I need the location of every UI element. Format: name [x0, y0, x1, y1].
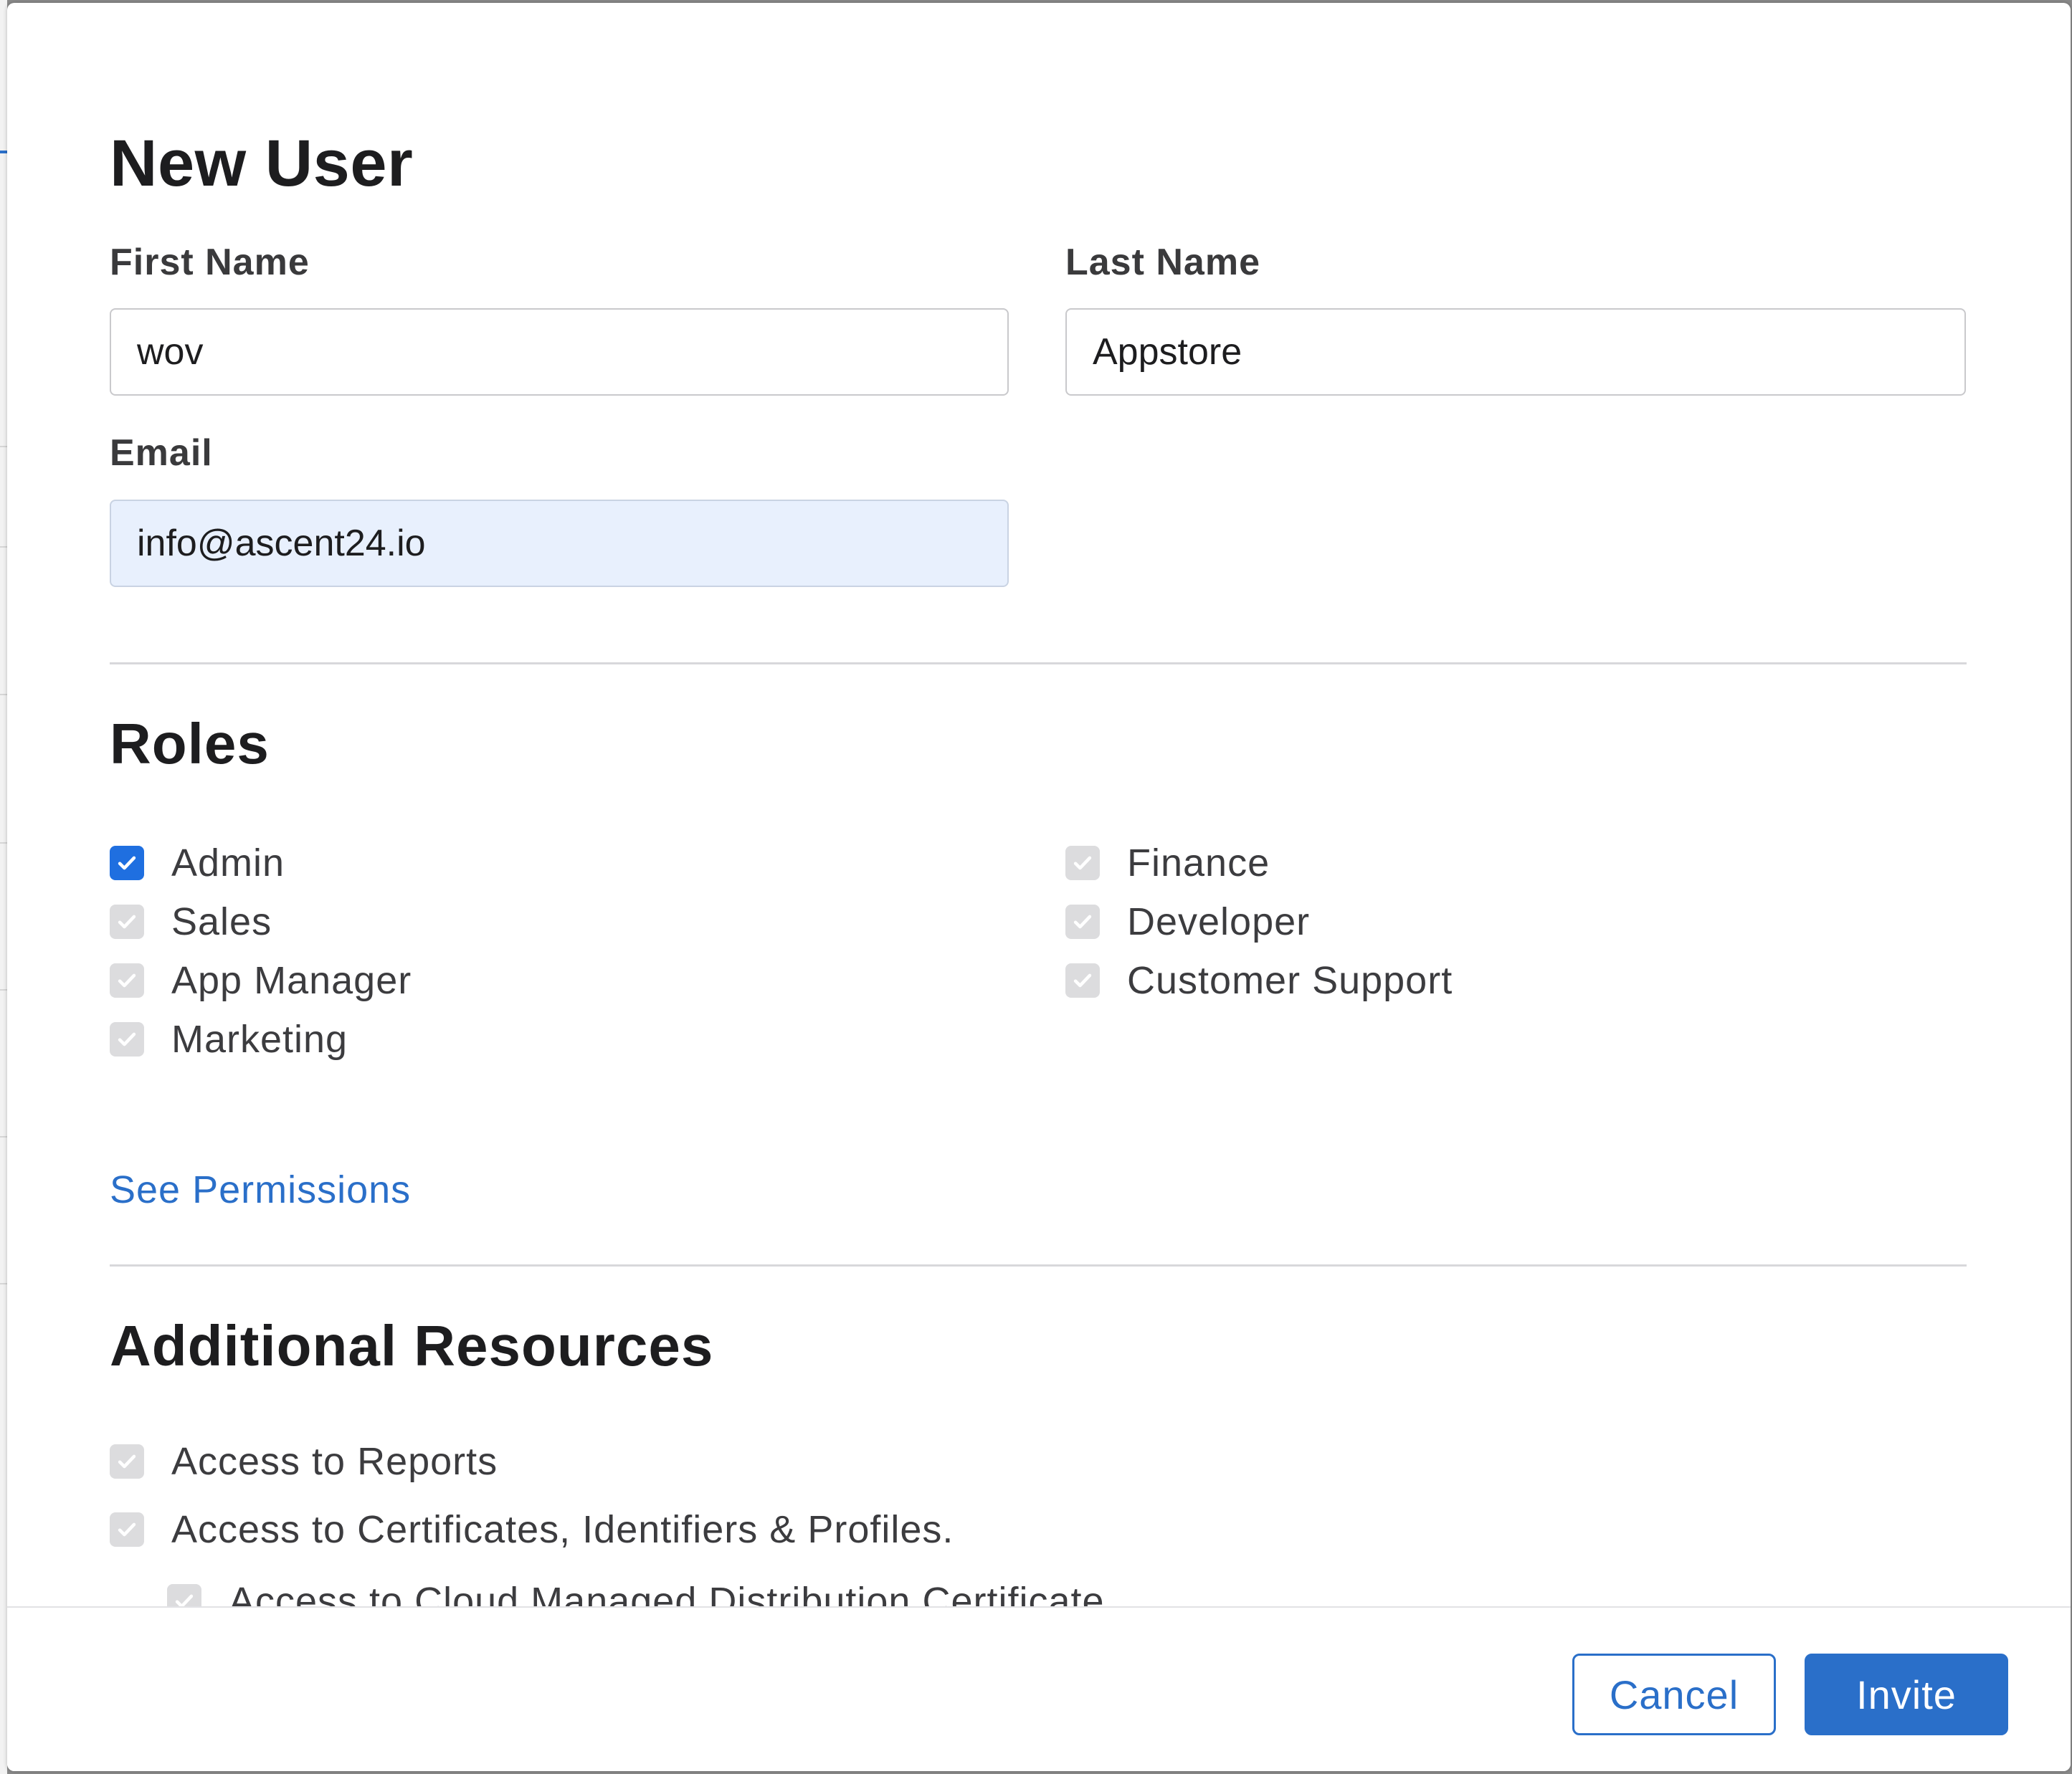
- role-finance-checkbox: [1065, 846, 1100, 880]
- checkmark-icon: [118, 1032, 136, 1046]
- cancel-button[interactable]: Cancel: [1572, 1654, 1776, 1735]
- resource-certificates: Access to Certificates, Identifiers & Pr…: [110, 1504, 954, 1555]
- checkmark-icon: [1073, 973, 1092, 988]
- resource-cloud-certificate-checkbox: [167, 1584, 201, 1606]
- resource-certificates-checkbox: [110, 1512, 144, 1547]
- resource-certificates-label: Access to Certificates, Identifiers & Pr…: [171, 1508, 954, 1551]
- checkmark-icon: [118, 1454, 136, 1469]
- resource-cloud-certificate: Access to Cloud Managed Distribution Cer…: [167, 1576, 1105, 1606]
- checkmark-icon: [118, 856, 136, 870]
- role-app-manager-checkbox: [110, 963, 144, 998]
- dialog-title: New User: [110, 127, 414, 200]
- checkmark-icon: [118, 915, 136, 929]
- section-divider: [110, 1264, 1967, 1267]
- role-finance: Finance: [1065, 838, 1270, 888]
- background-divider: [0, 989, 7, 991]
- role-admin[interactable]: Admin: [110, 838, 285, 888]
- additional-resources-heading: Additional Resources: [110, 1314, 714, 1378]
- screen: New User First Name Last Name Email Role…: [0, 0, 2072, 1774]
- checkmark-icon: [118, 1522, 136, 1537]
- background-divider: [0, 1136, 7, 1138]
- role-developer: Developer: [1065, 897, 1310, 947]
- role-marketing-label: Marketing: [171, 1018, 348, 1061]
- email-label: Email: [110, 432, 213, 474]
- role-sales-label: Sales: [171, 900, 272, 943]
- section-divider: [110, 662, 1967, 664]
- dialog-footer: Cancel Invite: [7, 1606, 2071, 1771]
- invite-button[interactable]: Invite: [1805, 1654, 2008, 1735]
- dialog-body: New User First Name Last Name Email Role…: [7, 3, 2071, 1606]
- role-app-manager: App Manager: [110, 955, 412, 1006]
- role-marketing: Marketing: [110, 1014, 348, 1064]
- role-sales: Sales: [110, 897, 272, 947]
- last-name-input[interactable]: [1065, 308, 1966, 396]
- checkmark-icon: [175, 1594, 194, 1606]
- role-admin-checkbox[interactable]: [110, 846, 144, 880]
- background-page: [0, 0, 7, 1774]
- background-divider: [0, 1283, 7, 1284]
- resource-reports-checkbox: [110, 1444, 144, 1479]
- background-divider: [0, 546, 7, 548]
- role-finance-label: Finance: [1127, 841, 1270, 884]
- background-tab-indicator: [0, 151, 7, 153]
- role-developer-label: Developer: [1127, 900, 1311, 943]
- role-sales-checkbox: [110, 905, 144, 939]
- role-marketing-checkbox: [110, 1022, 144, 1057]
- role-customer-support-checkbox: [1065, 963, 1100, 998]
- checkmark-icon: [1073, 915, 1092, 929]
- checkmark-icon: [1073, 856, 1092, 870]
- role-developer-checkbox: [1065, 905, 1100, 939]
- role-app-manager-label: App Manager: [171, 959, 412, 1002]
- resource-reports: Access to Reports: [110, 1436, 498, 1487]
- role-admin-label: Admin: [171, 841, 285, 884]
- last-name-label: Last Name: [1065, 242, 1260, 283]
- resource-cloud-certificate-label: Access to Cloud Managed Distribution Cer…: [229, 1580, 1105, 1606]
- background-divider: [0, 446, 7, 447]
- background-divider: [0, 842, 7, 844]
- role-customer-support-label: Customer Support: [1127, 959, 1453, 1002]
- background-divider: [0, 694, 7, 695]
- roles-heading: Roles: [110, 712, 270, 776]
- first-name-label: First Name: [110, 242, 310, 283]
- checkmark-icon: [118, 973, 136, 988]
- new-user-dialog: New User First Name Last Name Email Role…: [7, 3, 2071, 1771]
- email-input[interactable]: [110, 500, 1009, 587]
- role-customer-support: Customer Support: [1065, 955, 1453, 1006]
- see-permissions-link[interactable]: See Permissions: [110, 1168, 411, 1212]
- first-name-input[interactable]: [110, 308, 1009, 396]
- resource-reports-label: Access to Reports: [171, 1440, 498, 1483]
